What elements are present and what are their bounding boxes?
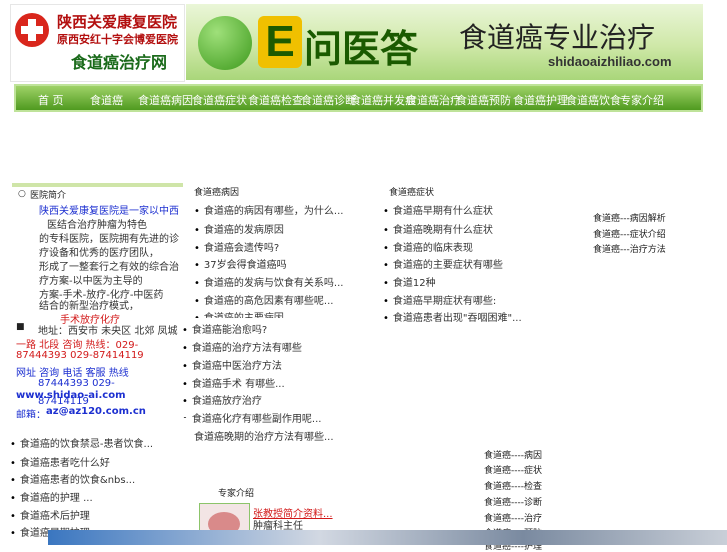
side-link[interactable]: 食道癌---治疗方法 <box>593 242 666 255</box>
list-item[interactable]: 食道癌术后护理 <box>10 507 90 522</box>
contact-phone: 87444393 029- <box>38 378 115 389</box>
intro-line: 结合的新型治疗模式， <box>39 301 139 312</box>
nav-item-home[interactable]: 首 页 <box>38 92 64 108</box>
list-item[interactable]: 食道癌会遗传吗? <box>194 239 279 254</box>
nav-item[interactable]: 食道癌饮食 <box>566 92 621 108</box>
nav-item[interactable]: 食道癌病因 <box>138 92 193 108</box>
nav-item[interactable]: 专家介绍 <box>620 92 664 108</box>
list-item[interactable]: 食道癌患者吃什么好 <box>10 454 110 469</box>
contact-email[interactable]: az@az120.com.cn <box>46 406 146 417</box>
contact-web[interactable]: www.shidao-ai.com <box>16 390 126 401</box>
intro-line: 形成了一整套行之有效的综合治 <box>39 262 179 273</box>
intro-panel: ○ 医院简介 陕西关爱康复医院是一家以中西 医结合治疗肿瘤为特色 的专科医院，医… <box>12 183 183 301</box>
list-item[interactable]: 食道癌患者的饮食&nbs... <box>10 471 135 486</box>
banner-logo-e: E <box>258 16 302 68</box>
list-item[interactable]: 食道癌早期有什么症状 <box>383 202 493 217</box>
nav-item[interactable]: 食道癌症状 <box>192 92 247 108</box>
intro-title: 医院简介 <box>30 191 67 201</box>
intro-line: 医结合治疗肿瘤为特色 <box>47 220 147 231</box>
nav-item[interactable]: 食道癌诊断 <box>301 92 356 108</box>
side-link[interactable]: 食道癌----检查 <box>484 479 542 492</box>
main-nav: 首 页 食道癌 食道癌病因 食道癌症状 食道癌检查 食道癌诊断 食道癌并发症 食… <box>14 84 703 112</box>
side-link[interactable]: 食道癌---病因解析 <box>593 211 666 224</box>
nav-item[interactable]: 食道癌检查 <box>248 92 303 108</box>
list-item[interactable]: 食道癌早期症状有哪些: <box>383 292 496 307</box>
site-name: 食道癌治疗网 <box>71 53 168 72</box>
list-item[interactable]: 食道12种 <box>383 274 436 289</box>
bubble-icon: ○ <box>18 189 26 199</box>
list-item[interactable]: 食道癌晚期的治疗方法有哪些... <box>194 428 334 443</box>
list-item[interactable]: 食道癌的饮食禁忌-患者饮食... <box>10 435 153 450</box>
intro-line: 的专科医院，医院拥有先进的诊 <box>39 234 179 245</box>
symptom-box: 食道癌症状 食道癌早期有什么症状 食道癌晚期有什么症状 食道癌的临床表现 食道癌… <box>381 182 565 324</box>
mascot-icon <box>198 16 252 70</box>
header-banner[interactable]: E 问医答 食道癌专业治疗 shidaoaizhiliao.com <box>186 4 703 80</box>
cause-title: 食道癌病因 <box>194 188 240 198</box>
intro-line: 疗设备和优秀的医疗团队， <box>39 248 159 259</box>
list-item[interactable]: 食道癌患者出现"吞咽困难"... <box>383 309 522 324</box>
treatment-box: 食道癌能治愈吗? 食道癌的治疗方法有哪些 食道癌中医治疗方法 食道癌手术 有哪些… <box>180 318 363 446</box>
hospital-name: 陕西关爱康复医院 <box>57 13 178 31</box>
list-item[interactable]: 食道癌的发病与饮食有关系吗... <box>194 274 344 289</box>
contact-bullet: ■ <box>16 322 25 332</box>
side-link[interactable]: 食道癌---症状介绍 <box>593 227 666 240</box>
list-item[interactable]: 食道癌的主要症状有哪些 <box>383 256 503 271</box>
list-item[interactable]: 食道癌的临床表现 <box>383 239 473 254</box>
banner-logo-text: 问医答 <box>304 27 419 71</box>
side-link[interactable]: 食道癌----病因 <box>484 448 542 461</box>
hospital-alias: 原西安红十字会博爱医院 <box>57 33 178 46</box>
contact-line: 一路 北段 咨询 热线：029- <box>16 340 139 351</box>
cause-box: 食道癌病因 食道癌的病因有哪些，为什么... 食道癌的发病原因 食道癌会遗传吗?… <box>190 182 374 324</box>
contact-line: 87444393 029-87414119 <box>16 350 144 361</box>
list-item[interactable]: 食道癌能治愈吗? <box>182 321 267 336</box>
side-link[interactable]: 食道癌----治疗 <box>484 511 542 524</box>
list-item[interactable]: 食道癌化疗有哪些副作用呢... <box>182 410 322 425</box>
contact-line: 网址 咨询 电话 客服 热线 <box>16 368 129 379</box>
symptom-title: 食道癌症状 <box>389 188 435 198</box>
intro-line[interactable]: 陕西关爱康复医院是一家以中西 <box>39 202 179 217</box>
list-item[interactable]: 食道癌放疗治疗 <box>182 392 262 407</box>
side-link[interactable]: 食道癌----诊断 <box>484 495 542 508</box>
hospital-logo[interactable]: 陕西关爱康复医院 原西安红十字会博爱医院 食道癌治疗网 <box>10 4 185 82</box>
contact-line: 地址：西安市 未央区 北郊 凤城 <box>38 326 178 337</box>
nav-item[interactable]: 食道癌 <box>90 92 123 108</box>
banner-slogan: 食道癌专业治疗 <box>459 21 656 54</box>
list-item[interactable]: 37岁会得食道癌吗 <box>194 256 287 271</box>
nav-item[interactable]: 食道癌护理 <box>513 92 568 108</box>
red-cross-icon <box>15 13 49 47</box>
intro-line: 疗方案-以中医为主导的 <box>39 276 143 287</box>
expert-title: 专家介绍 <box>218 489 255 499</box>
nav-item[interactable]: 食道癌治疗 <box>406 92 461 108</box>
list-item[interactable]: 食道癌的病因有哪些，为什么... <box>194 202 344 217</box>
list-item[interactable]: 食道癌的高危因素有哪些呢... <box>194 292 334 307</box>
list-item[interactable]: 食道癌手术 有哪些... <box>182 375 285 390</box>
list-item[interactable]: 食道癌的护理 ... <box>10 489 93 504</box>
list-item[interactable]: 食道癌中医治疗方法 <box>182 357 282 372</box>
list-item[interactable]: 食道癌晚期有什么症状 <box>383 221 493 236</box>
care-box: 食道癌的饮食禁忌-患者饮食... 食道癌患者吃什么好 食道癌患者的饮食&nbs.… <box>8 418 192 545</box>
bottom-banner-strip <box>48 530 727 545</box>
nav-item[interactable]: 食道癌预防 <box>456 92 511 108</box>
list-item[interactable]: 食道癌的治疗方法有哪些 <box>182 339 302 354</box>
list-item[interactable]: 食道癌的发病原因 <box>194 221 284 236</box>
banner-url: shidaoaizhiliao.com <box>548 54 672 69</box>
side-link[interactable]: 食道癌----症状 <box>484 463 542 476</box>
